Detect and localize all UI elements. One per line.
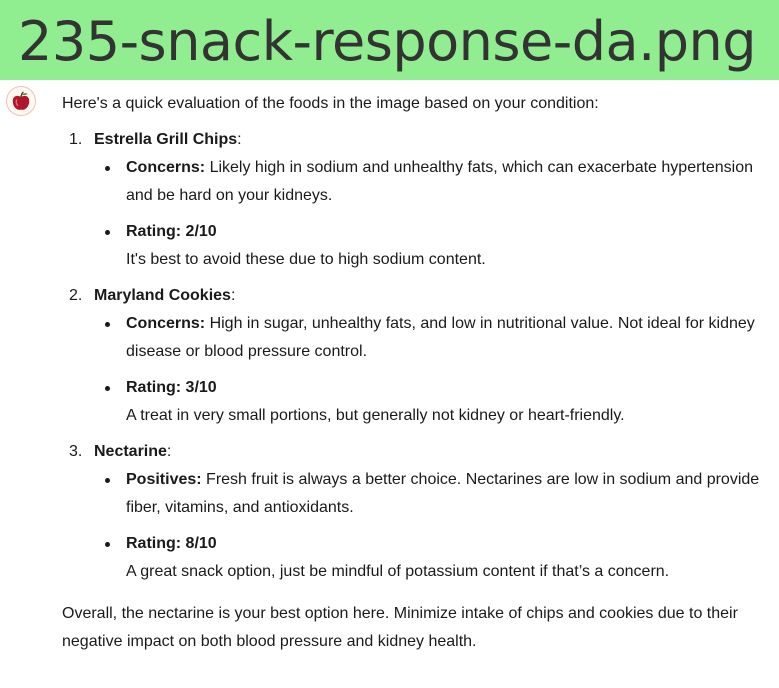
summary-text: Overall, the nectarine is your best opti… [62,605,738,650]
point-label: Concerns: [126,315,206,332]
point-label: Concerns: [126,159,206,176]
rating-point: Rating: 8/10 A great snack option, just b… [94,530,774,586]
point-list: Positives: Fresh fruit is always a bette… [94,466,774,586]
food-item-nectarine: 3. Nectarine: Positives: Fresh fruit is … [62,438,774,586]
item-number: 3. [69,443,83,460]
food-item-chips: 1. Estrella Grill Chips: Concerns: Likel… [62,126,774,274]
food-name: Maryland Cookies [94,287,231,304]
item-number: 2. [69,287,83,304]
positives-point: Positives: Fresh fruit is always a bette… [94,466,774,522]
point-text: It's best to avoid these due to high sod… [126,251,486,268]
concerns-point: Concerns: Likely high in sodium and unhe… [94,154,774,210]
concerns-point: Concerns: High in sugar, unhealthy fats,… [94,310,774,366]
apple-icon [12,91,30,110]
point-label: Rating: 3/10 [126,379,217,396]
food-name: Estrella Grill Chips [94,131,238,148]
assistant-message: Here's a quick evaluation of the foods i… [62,90,774,656]
point-label: Rating: 8/10 [126,535,217,552]
point-list: Concerns: High in sugar, unhealthy fats,… [94,310,774,430]
point-text: Likely high in sodium and unhealthy fats… [126,159,754,204]
rating-point: Rating: 2/10 It's best to avoid these due… [94,218,774,274]
point-label: Rating: 2/10 [126,223,217,240]
point-text: High in sugar, unhealthy fats, and low i… [126,315,755,360]
food-list: 1. Estrella Grill Chips: Concerns: Likel… [62,126,774,586]
point-label: Positives: [126,471,202,488]
point-text: Fresh fruit is always a better choice. N… [126,471,760,516]
assistant-avatar [6,86,36,116]
item-number: 1. [69,131,83,148]
point-list: Concerns: Likely high in sodium and unhe… [94,154,774,274]
point-text: A great snack option, just be mindful of… [126,563,670,580]
point-text: A treat in very small portions, but gene… [126,407,625,424]
intro-text: Here's a quick evaluation of the foods i… [62,95,599,112]
filename-banner: 235-snack-response-da.png [0,0,779,80]
food-item-cookies: 2. Maryland Cookies: Concerns: High in s… [62,282,774,430]
banner-title: 235-snack-response-da.png [18,10,757,73]
food-name: Nectarine [94,443,167,460]
rating-point: Rating: 3/10 A treat in very small portio… [94,374,774,430]
